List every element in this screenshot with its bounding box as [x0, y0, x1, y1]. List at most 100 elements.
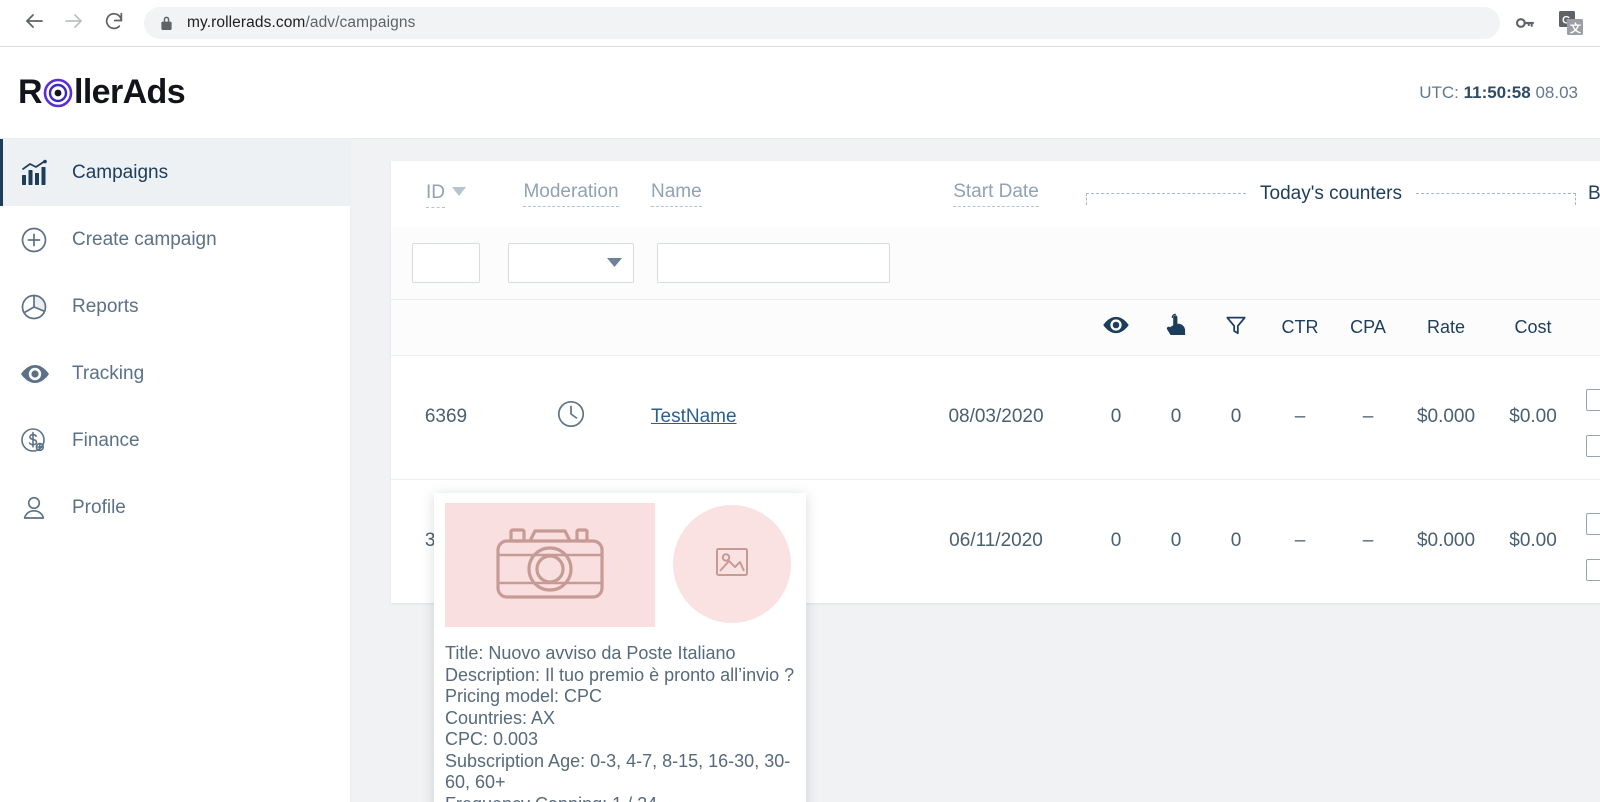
preview-cpc: CPC: 0.003 [445, 729, 539, 749]
filter-name-input[interactable] [657, 242, 890, 283]
sidebar-item-finance[interactable]: Finance [0, 407, 350, 474]
campaign-name-link[interactable]: TestName [651, 406, 737, 427]
clock-icon [556, 400, 586, 434]
cell-rate: $0.000 [1416, 530, 1476, 552]
metric-header-conversions[interactable] [1206, 299, 1266, 356]
col-header-budget[interactable]: B [1576, 161, 1600, 227]
metric-header-cpa[interactable]: CPA [1334, 299, 1402, 356]
logo-text-right: llerAds [73, 73, 186, 111]
pie-chart-icon [20, 293, 62, 321]
cell-id: 6369 [391, 355, 501, 480]
reload-icon [103, 10, 125, 37]
budget-total-input[interactable] [1586, 435, 1600, 457]
back-button[interactable] [14, 3, 54, 43]
col-header-id[interactable]: ID [391, 161, 501, 227]
arrow-left-icon [22, 9, 46, 38]
sidebar-item-label: Finance [72, 429, 140, 451]
sidebar: Campaigns Create campaign Reports Tracki… [0, 139, 351, 802]
col-header-name-label: Name [651, 181, 702, 207]
cell-ctr: – [1294, 530, 1306, 552]
metric-spacer-start-date [906, 299, 1086, 356]
sidebar-item-campaigns[interactable]: Campaigns [0, 139, 350, 206]
table-metric-header-row: CTR CPA Rate Cost [391, 299, 1600, 356]
filter-cell-id [391, 227, 501, 300]
sidebar-item-label: Campaigns [72, 161, 169, 183]
cell-ctr: – [1266, 355, 1334, 480]
cell-cost: $0.00 [1490, 355, 1577, 480]
campaign-preview-tooltip: Title: Nuovo avviso da Poste Italiano De… [434, 493, 806, 802]
rollerads-logo[interactable]: R llerAds [18, 73, 186, 112]
preview-countries: Countries: AX [445, 707, 556, 728]
cell-conversions: 0 [1230, 530, 1242, 552]
bar-chart-icon [20, 159, 62, 187]
preview-description: Description: Il tuo premio è pronto all’… [445, 664, 795, 685]
cell-cost: $0.00 [1509, 530, 1557, 552]
sidebar-item-profile[interactable]: Profile [0, 474, 350, 541]
metric-spacer-moderation [501, 299, 641, 356]
budget-daily-input[interactable] [1586, 389, 1600, 411]
metric-header-clicks[interactable] [1146, 299, 1206, 356]
budget-daily-label: d [1586, 495, 1600, 511]
plus-circle-icon [20, 226, 62, 254]
cell-moderation[interactable] [501, 355, 641, 480]
preview-avatar [673, 505, 791, 623]
user-icon [20, 494, 62, 522]
metric-spacer-budget [1576, 299, 1600, 356]
todays-counters-label: Today's counters [1260, 183, 1403, 204]
budget-daily-label: d [1586, 371, 1600, 387]
address-bar[interactable]: my.rollerads.com/adv/campaigns [144, 7, 1500, 39]
bracket-line-left [1086, 193, 1247, 205]
page-body: Campaigns Create campaign Reports Tracki… [0, 139, 1600, 802]
bracket-line-right [1416, 193, 1577, 205]
preview-title: Title: Nuovo avviso da Poste Italiano [445, 643, 736, 663]
metric-header-impressions[interactable] [1086, 299, 1146, 356]
key-icon[interactable] [1514, 12, 1536, 34]
metric-spacer-name [641, 299, 906, 356]
budget-daily-input[interactable] [1586, 513, 1600, 536]
filter-cell-moderation [501, 227, 641, 300]
table-header-row: ID Moderation Name Start Date Today's co… [391, 161, 1600, 227]
cell-name[interactable]: TestName [641, 355, 906, 480]
sidebar-item-label: Profile [72, 496, 126, 518]
col-header-budget-label: B [1588, 183, 1600, 204]
col-header-start-date[interactable]: Start Date [906, 161, 1086, 227]
google-translate-icon[interactable]: G文 [1558, 10, 1584, 36]
col-header-moderation[interactable]: Moderation [501, 161, 641, 227]
table-filter-row [391, 227, 1600, 300]
sidebar-item-reports[interactable]: Reports [0, 273, 350, 340]
reload-button[interactable] [94, 3, 134, 43]
sidebar-item-create-campaign[interactable]: Create campaign [0, 206, 350, 273]
filter-cell-name [641, 227, 906, 300]
cell-clicks: 0 [1170, 530, 1182, 552]
budget-total-input[interactable] [1586, 559, 1600, 582]
cell-cpa: – [1362, 530, 1374, 552]
cell-cpa: – [1334, 355, 1402, 480]
metric-header-ctr[interactable]: CTR [1266, 299, 1334, 356]
filter-moderation-select[interactable] [508, 242, 634, 283]
preview-image-placeholder [445, 503, 655, 627]
cell-budget[interactable]: d t [1576, 479, 1600, 603]
app-header: R llerAds UTC: 11:50:58 08.03 [0, 47, 1600, 139]
col-header-moderation-label: Moderation [523, 181, 619, 207]
chevron-down-icon [607, 254, 622, 272]
sort-desc-caret-icon[interactable] [452, 180, 466, 202]
eye-icon [1102, 315, 1130, 335]
image-placeholder-icon [714, 544, 750, 585]
cell-clicks: 0 [1146, 355, 1206, 480]
cell-budget[interactable]: d t [1576, 355, 1600, 480]
col-header-todays-counters: Today's counters [1086, 161, 1577, 227]
budget-total-label: t [1586, 541, 1600, 557]
table-row[interactable]: 6369 TestName 08/03/2020 0 0 0 – – $0.00… [391, 355, 1600, 480]
metric-header-rate[interactable]: Rate [1402, 299, 1490, 356]
sidebar-item-tracking[interactable]: Tracking [0, 340, 350, 407]
url-host: my.rollerads.com [187, 14, 306, 31]
click-hand-icon [1166, 313, 1186, 337]
metric-header-cost[interactable]: Cost [1490, 299, 1577, 356]
metric-spacer-id [391, 299, 501, 356]
forward-button[interactable] [54, 3, 94, 43]
col-header-name[interactable]: Name [641, 161, 906, 227]
preview-pricing-model: Pricing model: CPC [445, 686, 603, 706]
browser-toolbar: my.rollerads.com/adv/campaigns G文 [0, 0, 1600, 47]
filter-id-input[interactable] [412, 242, 480, 283]
cell-conversions: 0 [1206, 355, 1266, 480]
